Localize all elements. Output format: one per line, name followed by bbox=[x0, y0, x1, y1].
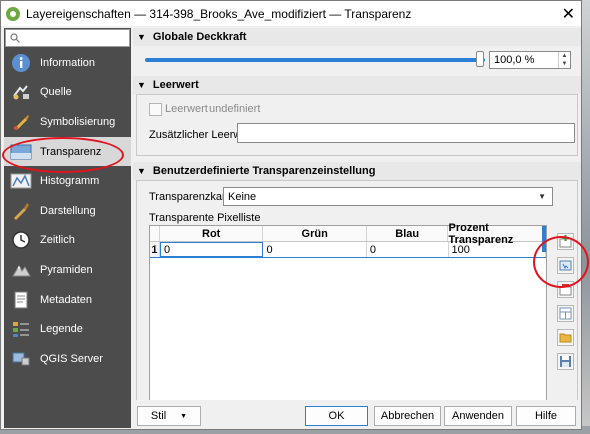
opacity-group-header[interactable]: ▼ Globale Deckkraft bbox=[133, 28, 581, 46]
search-icon bbox=[10, 33, 20, 43]
apply-button[interactable]: Anwenden bbox=[444, 406, 512, 426]
cell-percent[interactable]: 100 bbox=[449, 242, 546, 257]
sidebar-item-label: Zeitlich bbox=[40, 234, 75, 247]
sidebar-item-label: Histogramm bbox=[40, 175, 100, 188]
ok-button[interactable]: OK bbox=[305, 406, 368, 426]
additional-nodata-input[interactable] bbox=[237, 123, 575, 143]
sidebar-item-metadata[interactable]: Metadaten bbox=[4, 285, 131, 315]
transparency-panel: ▼ Globale Deckkraft 100,0 % ▲ ▼ ▼ Leerwer… bbox=[133, 28, 581, 400]
cancel-button[interactable]: Abbrechen bbox=[374, 406, 441, 426]
nodata-checkbox[interactable] bbox=[149, 103, 162, 116]
sidebar-item-temporal[interactable]: Zeitlich bbox=[4, 226, 131, 256]
opacity-slider-track[interactable] bbox=[145, 58, 485, 62]
spin-arrows-icon[interactable]: ▲ ▼ bbox=[558, 52, 570, 68]
sidebar-item-label: Symbolisierung bbox=[40, 115, 116, 128]
custom-transparency-header[interactable]: ▼ Benutzerdefinierte Transparenzeinstell… bbox=[133, 162, 581, 180]
help-button[interactable]: Hilfe bbox=[516, 406, 576, 426]
collapse-triangle-icon: ▼ bbox=[137, 166, 146, 176]
sidebar: Information Quelle Symbolisierung Transp… bbox=[4, 28, 131, 428]
opacity-group-title: Globale Deckkraft bbox=[152, 31, 247, 43]
save-icon bbox=[560, 356, 571, 367]
chevron-down-icon: ▼ bbox=[180, 412, 188, 420]
sidebar-item-label: Legende bbox=[40, 323, 83, 336]
transparent-pixel-table[interactable]: Rot Grün Blau Prozent Transparenz 1 0 0 … bbox=[149, 222, 547, 400]
sidebar-item-label: QGIS Server bbox=[40, 352, 103, 365]
folder-icon bbox=[559, 333, 572, 343]
sidebar-item-label: Pyramiden bbox=[40, 263, 93, 276]
column-header-blue[interactable]: Blau bbox=[367, 226, 449, 241]
sidebar-item-label: Information bbox=[40, 56, 96, 69]
sidebar-item-label: Metadaten bbox=[40, 293, 92, 306]
source-icon bbox=[10, 82, 32, 102]
column-header-red[interactable]: Rot bbox=[160, 226, 264, 241]
sidebar-item-pyramids[interactable]: Pyramiden bbox=[4, 255, 131, 285]
table-row[interactable]: 1 0 0 0 100 bbox=[150, 242, 546, 258]
histogram-icon bbox=[10, 171, 32, 191]
sidebar-item-symbology[interactable]: Symbolisierung bbox=[4, 107, 131, 137]
metadata-icon bbox=[10, 290, 32, 310]
search-input[interactable] bbox=[5, 29, 130, 47]
annotation-circle-tool-button bbox=[533, 236, 589, 288]
corner-header bbox=[150, 226, 160, 241]
custom-transparency-groupbox: Transparenzkanal Keine ▼ Transparente Pi… bbox=[136, 180, 578, 400]
style-menu-button[interactable]: Stil ▼ bbox=[137, 406, 201, 426]
window-title: Layereigenschaften — 314-398_Brooks_Ave_… bbox=[26, 6, 412, 21]
sidebar-item-label: Darstellung bbox=[40, 204, 96, 217]
row-index: 1 bbox=[150, 242, 160, 257]
cell-blue[interactable]: 0 bbox=[367, 242, 449, 257]
nodata-groupbox: Leerwert undefiniert Zusätzlicher Leerwe… bbox=[136, 94, 578, 156]
opacity-spinbox[interactable]: 100,0 % ▲ ▼ bbox=[489, 51, 571, 69]
nodata-group-header[interactable]: ▼ Leerwert bbox=[133, 76, 581, 94]
server-icon bbox=[10, 349, 32, 369]
sidebar-item-label: Quelle bbox=[40, 86, 72, 99]
column-header-percent[interactable]: Prozent Transparenz bbox=[448, 222, 546, 246]
title-bar: Layereigenschaften — 314-398_Brooks_Ave_… bbox=[1, 1, 581, 26]
annotation-circle-transparency bbox=[2, 137, 124, 173]
qgis-logo-icon bbox=[6, 6, 20, 21]
sidebar-item-legend[interactable]: Legende bbox=[4, 314, 131, 344]
collapse-triangle-icon: ▼ bbox=[137, 80, 146, 90]
nodata-group-title: Leerwert bbox=[152, 79, 199, 91]
chevron-down-icon: ▼ bbox=[538, 192, 546, 201]
opacity-value: 100,0 % bbox=[494, 54, 535, 66]
style-button-label: Stil bbox=[150, 410, 167, 422]
close-icon[interactable]: ✕ bbox=[562, 4, 575, 24]
transparency-band-value: Keine bbox=[228, 190, 257, 203]
custom-transparency-title: Benutzerdefinierte Transparenzeinstellun… bbox=[152, 165, 376, 177]
column-header-green[interactable]: Grün bbox=[263, 226, 367, 241]
symbology-icon bbox=[10, 112, 32, 132]
export-button[interactable] bbox=[557, 353, 574, 370]
default-values-button[interactable] bbox=[557, 305, 574, 322]
legend-icon bbox=[10, 319, 32, 339]
opacity-slider-handle[interactable] bbox=[476, 51, 484, 67]
sidebar-item-qgis-server[interactable]: QGIS Server bbox=[4, 344, 131, 374]
opacity-row: 100,0 % ▲ ▼ bbox=[133, 46, 581, 74]
info-icon bbox=[10, 53, 32, 73]
pixel-list-label: Transparente Pixelliste bbox=[149, 212, 261, 224]
import-button[interactable] bbox=[557, 329, 574, 346]
cell-green[interactable]: 0 bbox=[263, 242, 367, 257]
nodata-undefined-text: undefiniert bbox=[209, 103, 261, 115]
sidebar-item-rendering[interactable]: Darstellung bbox=[4, 196, 131, 226]
transparency-band-select[interactable]: Keine ▼ bbox=[223, 187, 553, 206]
pyramid-icon bbox=[10, 260, 32, 280]
cell-red[interactable]: 0 bbox=[159, 242, 264, 257]
dialog-footer: Stil ▼ OK Abbrechen Anwenden Hilfe bbox=[133, 401, 581, 429]
table-header: Rot Grün Blau Prozent Transparenz bbox=[150, 222, 546, 246]
sidebar-item-information[interactable]: Information bbox=[4, 48, 131, 78]
collapse-triangle-icon: ▼ bbox=[137, 32, 146, 42]
rendering-icon bbox=[10, 201, 32, 221]
nodata-checkbox-label: Leerwert bbox=[165, 103, 208, 115]
sidebar-item-source[interactable]: Quelle bbox=[4, 78, 131, 108]
clock-icon bbox=[10, 230, 32, 250]
layer-properties-dialog: Layereigenschaften — 314-398_Brooks_Ave_… bbox=[0, 0, 582, 430]
table-icon bbox=[559, 307, 572, 320]
